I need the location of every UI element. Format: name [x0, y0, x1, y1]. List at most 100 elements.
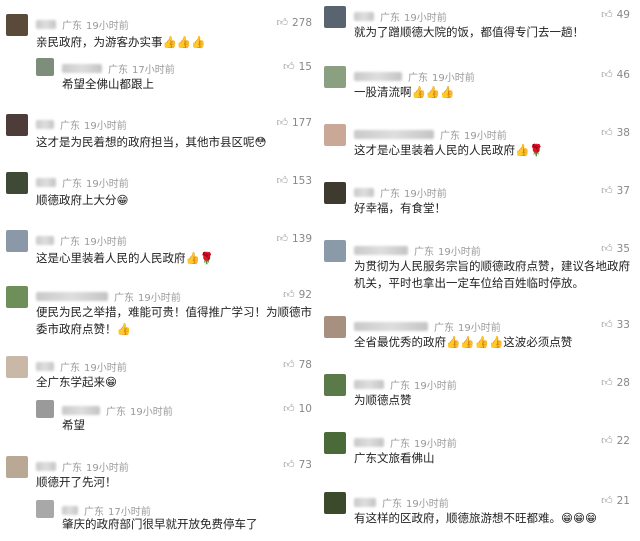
- username-blurred[interactable]: [36, 177, 56, 187]
- avatar[interactable]: [324, 182, 346, 204]
- timestamp: 19小时前: [84, 236, 127, 248]
- like-count: 21: [616, 494, 630, 507]
- avatar[interactable]: [6, 172, 28, 194]
- username-blurred[interactable]: [354, 187, 374, 197]
- timestamp: 19小时前: [86, 20, 129, 32]
- thumbs-up-icon: 👍︎: [601, 184, 613, 197]
- like-count: 139: [291, 232, 312, 245]
- like-button[interactable]: 👍︎ 33: [601, 318, 630, 331]
- avatar[interactable]: [324, 124, 346, 146]
- like-count: 46: [616, 68, 630, 81]
- timestamp: 19小时前: [130, 406, 173, 418]
- like-button[interactable]: 👍︎ 49: [601, 8, 630, 21]
- username-blurred[interactable]: [354, 245, 408, 255]
- username-blurred[interactable]: [354, 129, 434, 139]
- like-count: 49: [616, 8, 630, 21]
- comment-item: 广东 19小时前 👍︎ 153 顺德政府上大分😁: [6, 172, 318, 212]
- reply-item: 广东 17小时前 👍︎ 15 希望全佛山都跟上: [6, 58, 318, 94]
- comment-text: 为顺德点赞: [354, 393, 412, 407]
- like-button[interactable]: 👍︎ 92: [283, 288, 312, 301]
- thumbs-up-icon: 👍︎: [601, 242, 613, 255]
- username-blurred[interactable]: [62, 405, 100, 415]
- username-blurred[interactable]: [36, 291, 108, 301]
- timestamp: 19小时前: [406, 498, 449, 510]
- like-button[interactable]: 👍︎ 78: [283, 358, 312, 371]
- like-button[interactable]: 👍︎ 46: [601, 68, 630, 81]
- like-count: 38: [616, 126, 630, 139]
- like-count: 78: [298, 358, 312, 371]
- comment-meta: 广东 19小时前: [36, 289, 181, 304]
- avatar[interactable]: [6, 114, 28, 136]
- avatar[interactable]: [6, 356, 28, 378]
- avatar[interactable]: [6, 230, 28, 252]
- like-button[interactable]: 👍︎ 28: [601, 376, 630, 389]
- comment-item: 广东 19小时前 👍︎ 37 好幸福，有食堂！: [324, 182, 636, 222]
- username-blurred[interactable]: [62, 505, 78, 515]
- thumbs-up-icon: 👍︎: [601, 318, 613, 331]
- comment-text: 肇庆的政府部门很早就开放免费停车了: [62, 517, 258, 531]
- comment-text: 就为了蹭顺德大院的饭，都值得专门去一趟！: [354, 25, 584, 39]
- avatar[interactable]: [6, 456, 28, 478]
- comment-text: 一股清流啊👍👍👍: [354, 85, 455, 99]
- comment-meta: 广东 19小时前: [36, 459, 129, 474]
- username-blurred[interactable]: [354, 71, 402, 81]
- comment-item: 广东 19小时前 👍︎ 92 便民为民之举措，难能可贵！值得推广学习！为顺德市 …: [6, 286, 318, 342]
- avatar[interactable]: [324, 66, 346, 88]
- username-blurred[interactable]: [62, 63, 102, 73]
- username-blurred[interactable]: [36, 19, 56, 29]
- comment-item: 广东 19小时前 👍︎ 78 全广东学起来😁: [6, 356, 318, 396]
- comment-item: 广东 19小时前 👍︎ 278 亲民政府，为游客办实事👍👍👍: [6, 14, 318, 54]
- like-button[interactable]: 👍︎ 21: [601, 494, 630, 507]
- avatar[interactable]: [324, 6, 346, 28]
- like-button[interactable]: 👍︎ 177: [276, 116, 312, 129]
- avatar[interactable]: [324, 432, 346, 454]
- like-button[interactable]: 👍︎ 37: [601, 184, 630, 197]
- like-button[interactable]: 👍︎ 22: [601, 434, 630, 447]
- like-count: 278: [291, 16, 312, 29]
- like-button[interactable]: 👍︎ 10: [283, 402, 312, 415]
- username-blurred[interactable]: [354, 379, 384, 389]
- username-blurred[interactable]: [354, 497, 376, 507]
- avatar[interactable]: [36, 500, 54, 518]
- username-blurred[interactable]: [354, 437, 384, 447]
- location: 广东: [440, 130, 460, 142]
- location: 广东: [60, 236, 80, 248]
- comment-text-line2: 委市政府点赞！👍: [36, 322, 131, 336]
- like-button[interactable]: 👍︎ 153: [276, 174, 312, 187]
- location: 广东: [114, 292, 134, 304]
- username-blurred[interactable]: [36, 361, 54, 371]
- avatar[interactable]: [6, 286, 28, 308]
- like-button[interactable]: 👍︎ 15: [283, 60, 312, 73]
- comment-meta: 广东 19小时前: [354, 9, 447, 24]
- username-blurred[interactable]: [354, 11, 374, 21]
- avatar[interactable]: [6, 14, 28, 36]
- avatar[interactable]: [36, 58, 54, 76]
- like-button[interactable]: 👍︎ 139: [276, 232, 312, 245]
- username-blurred[interactable]: [36, 235, 54, 245]
- thumbs-up-icon: 👍︎: [601, 376, 613, 389]
- username-blurred[interactable]: [36, 119, 54, 129]
- like-button[interactable]: 👍︎ 73: [283, 458, 312, 471]
- avatar[interactable]: [324, 240, 346, 262]
- like-button[interactable]: 👍︎ 38: [601, 126, 630, 139]
- comment-meta: 广东 19小时前: [354, 435, 457, 450]
- timestamp: 19小时前: [84, 362, 127, 374]
- username-blurred[interactable]: [354, 321, 428, 331]
- location: 广东: [62, 462, 82, 474]
- avatar[interactable]: [324, 492, 346, 514]
- like-button[interactable]: 👍︎ 278: [276, 16, 312, 29]
- avatar[interactable]: [324, 316, 346, 338]
- username-blurred[interactable]: [36, 461, 56, 471]
- comment-text: 顺德开了先河！: [36, 475, 117, 489]
- thumbs-up-icon: 👍︎: [601, 494, 613, 507]
- like-button[interactable]: 👍︎ 35: [601, 242, 630, 255]
- avatar[interactable]: [36, 400, 54, 418]
- thumbs-up-icon: 👍︎: [283, 358, 295, 371]
- location: 广东: [106, 406, 126, 418]
- timestamp: 19小时前: [438, 246, 481, 258]
- avatar[interactable]: [324, 374, 346, 396]
- comment-text: 希望: [62, 418, 85, 432]
- location: 广东: [390, 380, 410, 392]
- comment-item: 广东 19小时前 👍︎ 38 这才是心里装着人民的人民政府👍🌹: [324, 124, 636, 164]
- thumbs-up-icon: 👍︎: [276, 174, 288, 187]
